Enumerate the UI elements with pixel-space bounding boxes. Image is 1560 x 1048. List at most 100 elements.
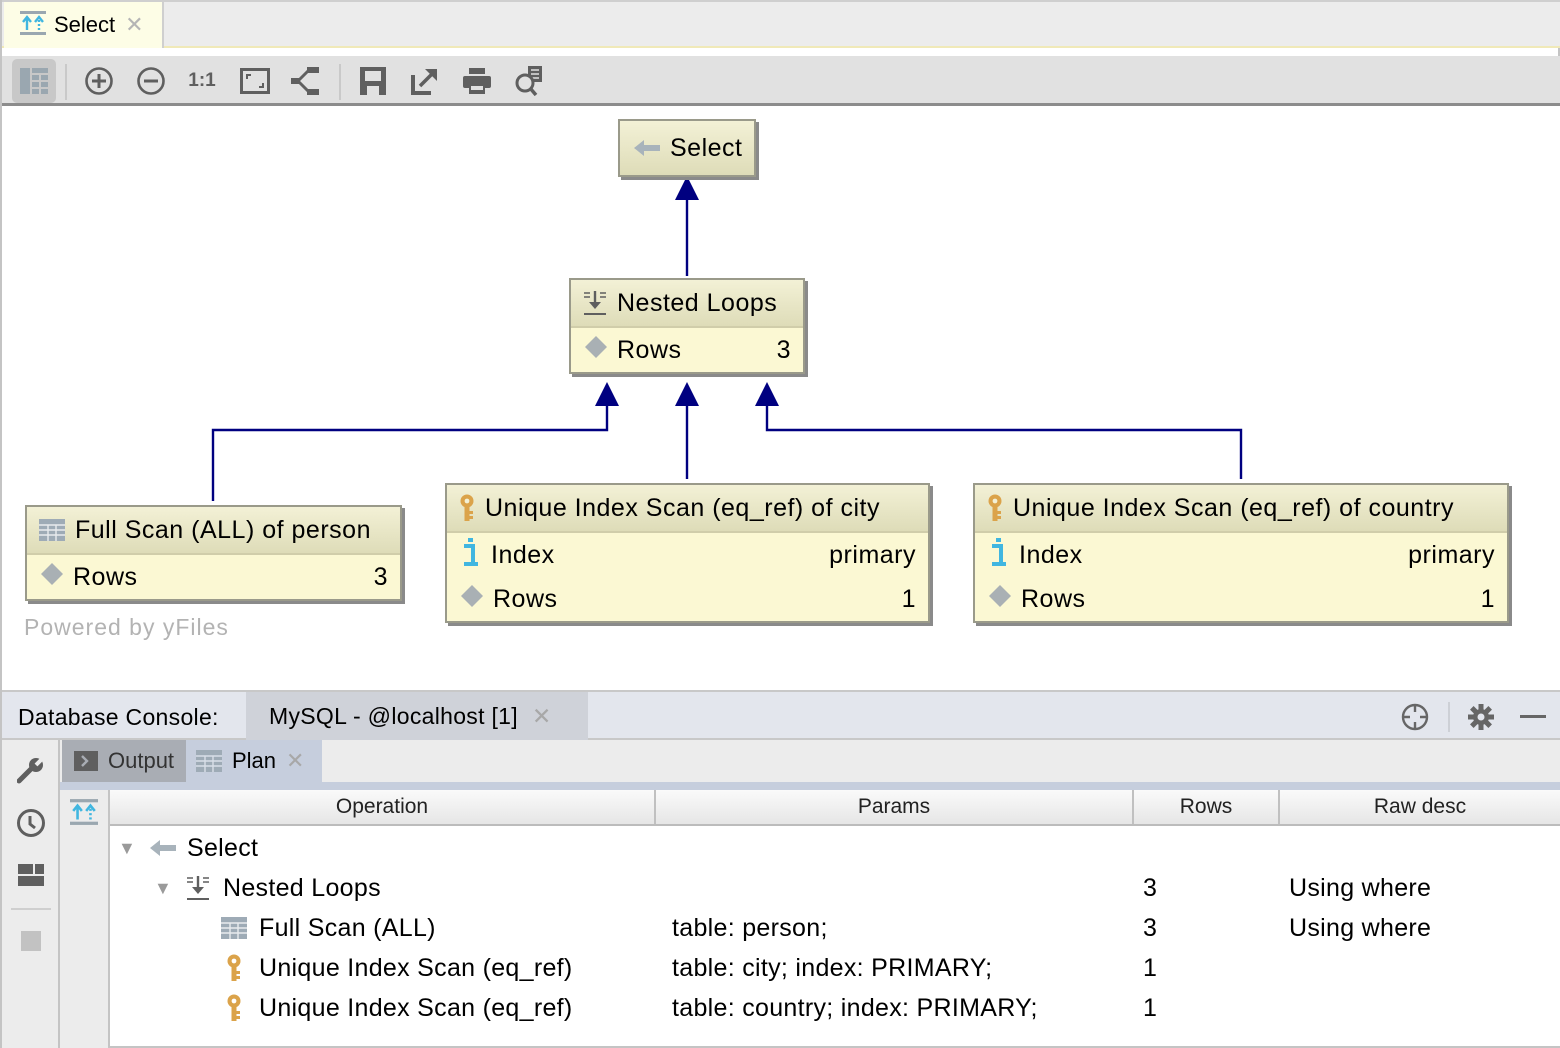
edge-arrowhead bbox=[755, 382, 779, 406]
layout-button[interactable] bbox=[14, 858, 48, 892]
key-icon bbox=[987, 494, 1003, 522]
tab-select[interactable]: Select ✕ bbox=[4, 2, 164, 48]
column-header-rows[interactable]: Rows bbox=[1134, 790, 1280, 824]
info-icon bbox=[989, 537, 1009, 573]
operation-cell: Full Scan (ALL) bbox=[259, 913, 436, 942]
column-header-operation[interactable]: Operation bbox=[110, 790, 656, 824]
property-label: Rows bbox=[493, 584, 558, 613]
show-diagram-button[interactable] bbox=[70, 798, 100, 832]
explain-plan-icon bbox=[70, 799, 98, 825]
operation-cell: Select bbox=[187, 833, 259, 862]
property-label: Rows bbox=[617, 335, 682, 364]
toolbar-separator bbox=[65, 64, 67, 100]
column-header-raw-desc[interactable]: Raw desc bbox=[1280, 790, 1560, 824]
column-header-params[interactable]: Params bbox=[656, 790, 1134, 824]
minimize-button[interactable] bbox=[1518, 702, 1548, 732]
table-row[interactable]: ▼ Select bbox=[110, 828, 1560, 868]
actual-size-button[interactable]: 1:1 bbox=[180, 59, 224, 103]
diamond-icon bbox=[41, 562, 63, 592]
node-title: Nested Loops bbox=[617, 288, 778, 317]
plan-diagram[interactable]: Select Nested Loops Rows 3 Full Scan (AL… bbox=[2, 106, 1560, 690]
console-tab-mysql[interactable]: MySQL - @localhost [1] ✕ bbox=[246, 692, 588, 740]
yfiles-watermark: Powered by yFiles bbox=[24, 614, 229, 640]
settings-button[interactable] bbox=[1466, 702, 1496, 732]
stop-button[interactable] bbox=[14, 924, 48, 958]
diamond-icon bbox=[989, 584, 1011, 614]
console-subtabs: Output Plan ✕ bbox=[60, 740, 1560, 782]
expand-triangle-icon[interactable]: ▼ bbox=[154, 868, 172, 908]
edge-arrowhead bbox=[595, 382, 619, 406]
tab-plan[interactable]: Plan ✕ bbox=[186, 740, 322, 782]
node-title: Unique Index Scan (eq_ref) of city bbox=[485, 493, 880, 522]
target-button[interactable] bbox=[1400, 702, 1430, 732]
save-button[interactable] bbox=[351, 59, 395, 103]
table-row[interactable]: Full Scan (ALL) table: person; 3 Using w… bbox=[110, 908, 1560, 948]
edge-arrowhead bbox=[675, 382, 699, 406]
node-title: Full Scan (ALL) of person bbox=[75, 515, 371, 544]
zoom-in-button[interactable] bbox=[77, 59, 121, 103]
table-icon bbox=[196, 750, 222, 772]
window: Select ✕ 1:1 Select Nested Loops Rows 3 … bbox=[0, 0, 1560, 1048]
tab-label: Output bbox=[108, 748, 175, 773]
subtab-underline bbox=[60, 782, 1560, 790]
console-tab-label: MySQL - @localhost [1] bbox=[269, 702, 518, 729]
rows-cell: 3 bbox=[1143, 873, 1158, 902]
property-value: primary bbox=[829, 540, 916, 569]
tab-label: Select bbox=[54, 12, 116, 37]
nested-loops-icon bbox=[583, 290, 607, 316]
table-row[interactable]: Unique Index Scan (eq_ref) table: countr… bbox=[110, 988, 1560, 1028]
raw-desc-cell: Using where bbox=[1289, 913, 1432, 942]
plan-tool-strip bbox=[60, 790, 110, 1048]
property-value: 1 bbox=[1480, 584, 1495, 613]
property-value: 1 bbox=[901, 584, 916, 613]
gear-icon bbox=[1468, 704, 1494, 730]
print-button[interactable] bbox=[455, 59, 499, 103]
nested-loops-icon bbox=[186, 868, 210, 908]
property-value: 3 bbox=[776, 335, 791, 364]
find-button[interactable] bbox=[507, 59, 551, 103]
history-button[interactable] bbox=[14, 806, 48, 840]
params-cell: table: country; index: PRIMARY; bbox=[672, 993, 1038, 1022]
node-full-scan-person[interactable]: Full Scan (ALL) of person Rows 3 bbox=[25, 505, 402, 601]
console-output-icon bbox=[74, 751, 98, 771]
arrow-left-icon bbox=[150, 828, 176, 868]
tab-output[interactable]: Output bbox=[62, 740, 186, 782]
export-icon bbox=[411, 69, 437, 95]
strip-separator bbox=[11, 908, 51, 910]
editor-tab-bar: Select ✕ bbox=[2, 0, 1560, 48]
settings-wrench-button[interactable] bbox=[14, 754, 48, 788]
node-index-scan-country[interactable]: Unique Index Scan (eq_ref) of country In… bbox=[973, 483, 1509, 623]
table-row[interactable]: Unique Index Scan (eq_ref) table: city; … bbox=[110, 948, 1560, 988]
close-icon[interactable]: ✕ bbox=[532, 703, 552, 730]
table-row[interactable]: ▼ Nested Loops 3 Using where bbox=[110, 868, 1560, 908]
node-select[interactable]: Select bbox=[618, 119, 756, 177]
actual-size-icon: 1:1 bbox=[188, 70, 216, 91]
expand-triangle-icon[interactable]: ▼ bbox=[118, 828, 136, 868]
explain-plan-icon bbox=[20, 10, 46, 41]
print-icon bbox=[463, 68, 491, 94]
operation-cell: Unique Index Scan (eq_ref) bbox=[259, 993, 573, 1022]
table-icon bbox=[39, 519, 65, 541]
minimize-icon bbox=[1520, 715, 1546, 718]
layout-button[interactable] bbox=[284, 59, 328, 103]
diagram-toolbar: 1:1 bbox=[2, 56, 1560, 106]
close-icon[interactable]: ✕ bbox=[286, 748, 304, 774]
layout-icon bbox=[18, 864, 44, 886]
layout-tree-icon bbox=[291, 67, 319, 95]
diamond-icon bbox=[585, 335, 607, 365]
zoom-out-button[interactable] bbox=[129, 59, 173, 103]
node-title: Select bbox=[670, 133, 743, 162]
fit-content-button[interactable] bbox=[233, 59, 277, 103]
property-label: Rows bbox=[73, 562, 138, 591]
close-icon[interactable]: ✕ bbox=[125, 12, 143, 38]
key-icon bbox=[226, 948, 242, 988]
property-label: Index bbox=[491, 540, 555, 569]
node-index-scan-city[interactable]: Unique Index Scan (eq_ref) of city Index… bbox=[445, 483, 930, 623]
export-button[interactable] bbox=[403, 59, 447, 103]
key-icon bbox=[459, 494, 475, 522]
fit-content-icon bbox=[240, 68, 270, 94]
rows-cell: 1 bbox=[1143, 953, 1158, 982]
node-nested-loops[interactable]: Nested Loops Rows 3 bbox=[569, 278, 805, 374]
toggle-table-view-button[interactable] bbox=[12, 59, 56, 103]
stop-icon bbox=[21, 931, 41, 951]
